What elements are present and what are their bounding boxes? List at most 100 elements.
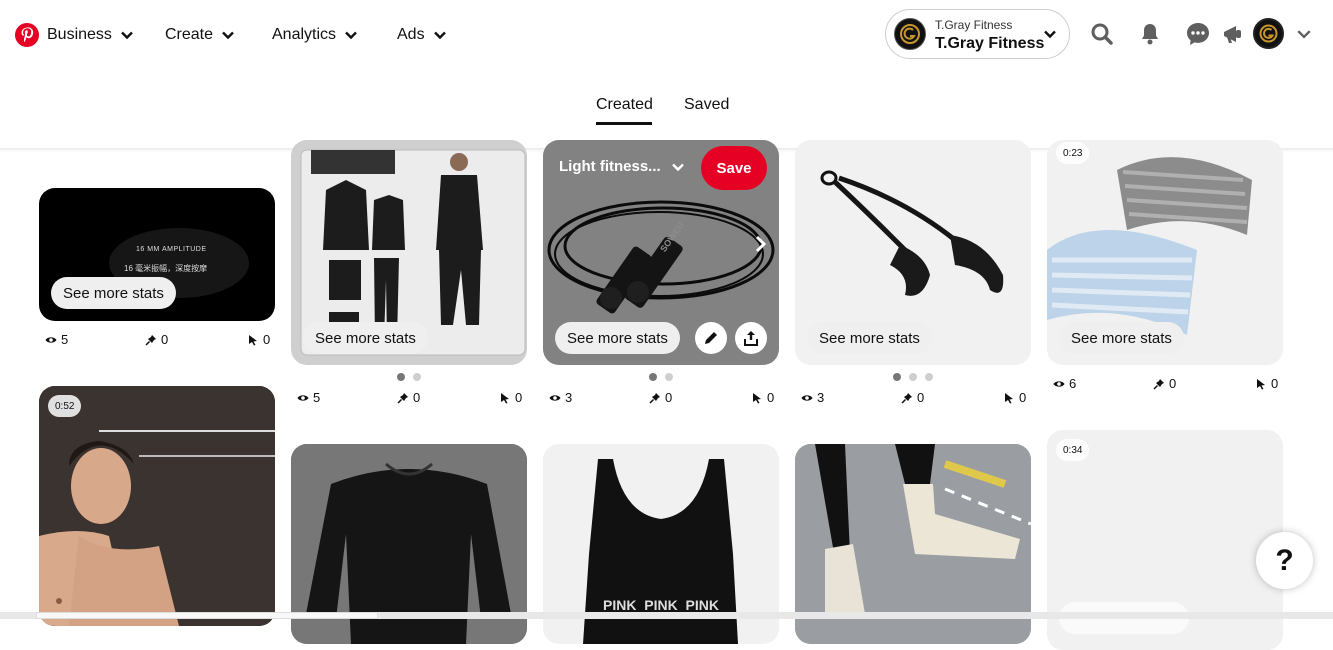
messages-icon xyxy=(1187,23,1209,45)
account-subtitle: T.Gray Fitness xyxy=(935,18,1013,32)
tab-created[interactable]: Created xyxy=(596,96,653,114)
pin-icon xyxy=(145,334,156,346)
chevron-down-icon xyxy=(222,31,234,40)
eye-icon xyxy=(801,394,813,401)
edit-button[interactable] xyxy=(695,322,727,354)
nav-business[interactable]: Business xyxy=(47,22,134,48)
click-icon xyxy=(753,392,761,403)
impressions-count: 5 xyxy=(61,332,69,347)
pin-stats: 5 0 0 xyxy=(297,390,527,405)
see-more-stats-button[interactable]: See more stats xyxy=(807,322,932,354)
save-button[interactable]: Save xyxy=(701,146,767,190)
eye-icon xyxy=(1053,380,1065,387)
see-more-stats-button[interactable]: See more stats xyxy=(303,322,428,354)
eye-icon xyxy=(297,394,309,401)
nav-ads[interactable]: Ads xyxy=(397,22,447,48)
pin-card[interactable]: See more stats xyxy=(291,140,527,365)
brand-logo-icon xyxy=(900,24,920,44)
pin-icon xyxy=(901,392,912,404)
board-selector[interactable]: Light fitness... xyxy=(559,158,685,175)
chevron-down-icon xyxy=(345,31,357,40)
top-navigation: Business Create Analytics Ads T.Gray Fit… xyxy=(0,0,1333,70)
pin-card[interactable]: See more stats xyxy=(795,140,1031,365)
carousel-next-button[interactable] xyxy=(753,234,769,259)
pin-card[interactable]: SOWEU Light fitness... Save See more sta… xyxy=(543,140,779,365)
chevron-down-icon xyxy=(1044,30,1056,39)
share-icon xyxy=(744,331,758,346)
pin-image xyxy=(39,386,275,626)
see-more-stats-button[interactable]: See more stats xyxy=(555,322,680,354)
carousel-dot[interactable] xyxy=(413,373,421,381)
clicks-stat: 0 xyxy=(1003,390,1026,405)
nav-create[interactable]: Create xyxy=(165,22,235,48)
carousel-dot[interactable] xyxy=(909,373,917,381)
see-more-stats-button[interactable]: See more stats xyxy=(51,277,176,309)
impressions-count: 3 xyxy=(565,390,573,405)
saves-count: 0 xyxy=(1169,376,1177,391)
carousel-indicator xyxy=(397,373,421,381)
notifications-button[interactable] xyxy=(1136,20,1164,48)
impressions-stat: 5 xyxy=(297,390,320,405)
scrollbar-thumb[interactable] xyxy=(36,612,378,619)
carousel-indicator xyxy=(649,373,673,381)
messages-button[interactable] xyxy=(1184,20,1212,48)
megaphone-icon xyxy=(1224,26,1241,43)
account-name: T.Gray Fitness xyxy=(935,35,1045,52)
pinterest-logo-icon[interactable] xyxy=(14,22,40,48)
clicks-stat: 0 xyxy=(751,390,774,405)
updates-button[interactable] xyxy=(1219,20,1247,48)
clicks-stat: 0 xyxy=(247,332,270,347)
impressions-stat: 5 xyxy=(45,332,68,347)
pin-stats: 3 0 0 xyxy=(801,390,1031,405)
account-menu-button[interactable] xyxy=(1296,26,1312,47)
carousel-dot[interactable] xyxy=(925,373,933,381)
profile-avatar[interactable] xyxy=(1253,18,1284,49)
account-switcher[interactable]: T.Gray Fitness T.Gray Fitness xyxy=(885,9,1070,59)
nav-analytics[interactable]: Analytics xyxy=(272,22,358,48)
video-duration-badge: 0:52 xyxy=(48,395,82,417)
saves-count: 0 xyxy=(917,390,925,405)
pin-card[interactable]: 0:52 xyxy=(39,386,275,626)
profile-tabs: Created Saved xyxy=(0,82,1333,125)
active-tab-indicator xyxy=(596,122,652,125)
search-button[interactable] xyxy=(1088,20,1116,48)
clicks-count: 0 xyxy=(1019,390,1027,405)
pin-icon xyxy=(649,392,660,404)
nav-analytics-label: Analytics xyxy=(272,26,337,43)
help-button[interactable]: ? xyxy=(1256,532,1313,589)
pin-image-caption: 16 毫米振幅，深度按摩 xyxy=(124,264,208,273)
see-more-stats-button[interactable]: See more stats xyxy=(1059,322,1184,354)
pin-icon xyxy=(1153,378,1164,390)
carousel-dot[interactable] xyxy=(893,373,901,381)
pin-stats: 6 0 0 xyxy=(1053,376,1283,391)
saves-count: 0 xyxy=(413,390,421,405)
saves-count: 0 xyxy=(161,332,169,347)
saves-stat: 0 xyxy=(1153,376,1176,391)
pencil-icon xyxy=(705,332,717,344)
clicks-count: 0 xyxy=(767,390,775,405)
pin-icon xyxy=(397,392,408,404)
pin-card[interactable]: 16 MM AMPLITUDE 16 毫米振幅，深度按摩 See more st… xyxy=(39,188,275,321)
click-icon xyxy=(1005,392,1013,403)
share-button[interactable] xyxy=(735,322,767,354)
saves-stat: 0 xyxy=(649,390,672,405)
tab-saved[interactable]: Saved xyxy=(684,96,729,114)
pin-stats: 3 0 0 xyxy=(549,390,779,405)
click-icon xyxy=(501,392,509,403)
pin-image-caption: 16 MM AMPLITUDE xyxy=(136,246,207,253)
carousel-dot[interactable] xyxy=(665,373,673,381)
video-duration-badge: 0:23 xyxy=(1056,142,1090,164)
impressions-count: 6 xyxy=(1069,376,1077,391)
pin-card[interactable]: 0:23 See more stats xyxy=(1047,140,1283,365)
chevron-down-icon xyxy=(1297,30,1311,39)
impressions-count: 3 xyxy=(817,390,825,405)
bell-icon xyxy=(1142,24,1158,45)
saves-stat: 0 xyxy=(397,390,420,405)
carousel-dot[interactable] xyxy=(649,373,657,381)
carousel-dot[interactable] xyxy=(397,373,405,381)
chevron-down-icon xyxy=(433,31,446,40)
eye-icon xyxy=(45,336,57,343)
chevron-down-icon xyxy=(121,31,133,40)
nav-ads-label: Ads xyxy=(397,26,425,43)
clicks-stat: 0 xyxy=(499,390,522,405)
